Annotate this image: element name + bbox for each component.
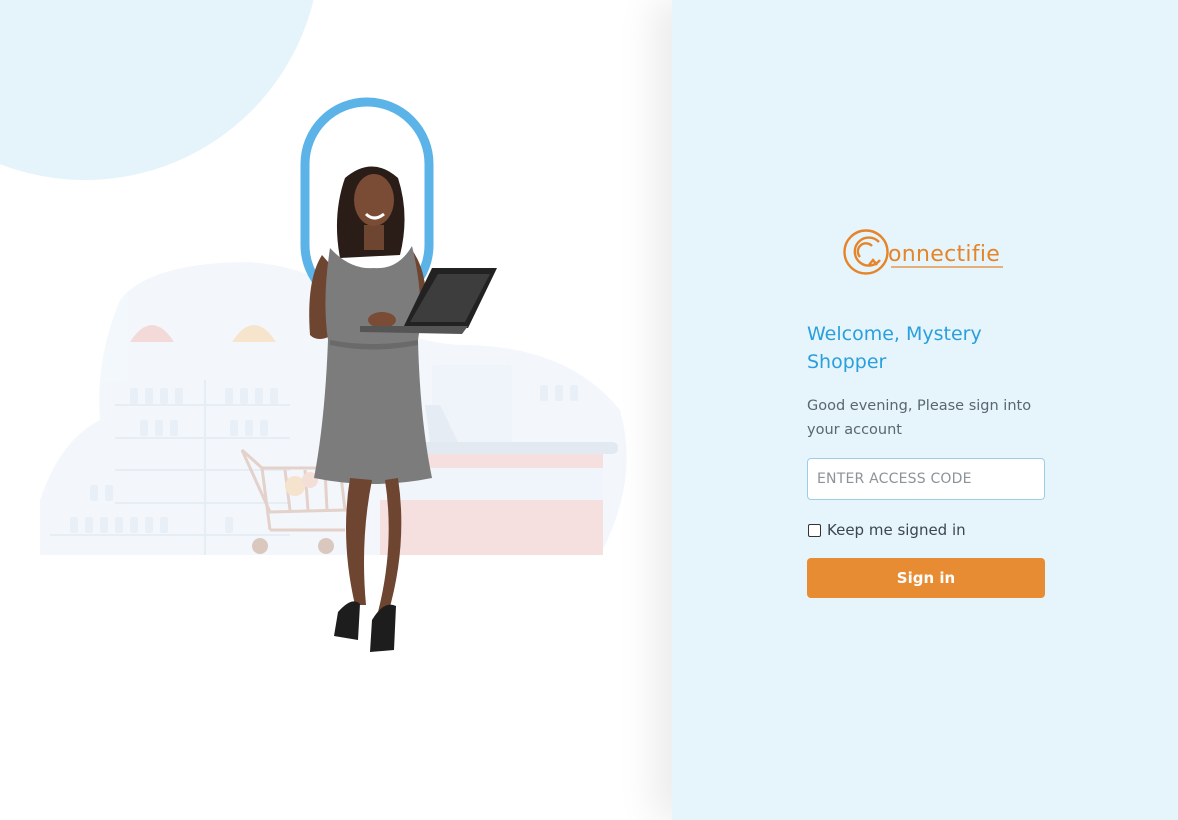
brand-logo: onnectifie [843,229,1003,275]
greeting-subtitle: Good evening, Please sign into your acco… [807,398,1032,438]
access-code-input[interactable] [807,458,1045,500]
login-panel: onnectifie Welcome, Mystery Shopper Good… [672,0,1178,820]
brand-wordmark: onnectifie [888,242,1000,267]
keep-signed-in-label: Keep me signed in [827,521,966,539]
hero-illustration [0,97,672,652]
login-card: onnectifie Welcome, Mystery Shopper Good… [807,224,1045,598]
keep-signed-in-checkbox[interactable] [808,523,821,537]
keep-signed-in-row[interactable]: Keep me signed in [807,519,1045,541]
hero-panel [0,0,672,820]
sign-in-button[interactable]: Sign in [807,558,1045,598]
welcome-title: Welcome, Mystery Shopper [807,323,982,373]
circular-arrow-c-icon [843,229,889,275]
